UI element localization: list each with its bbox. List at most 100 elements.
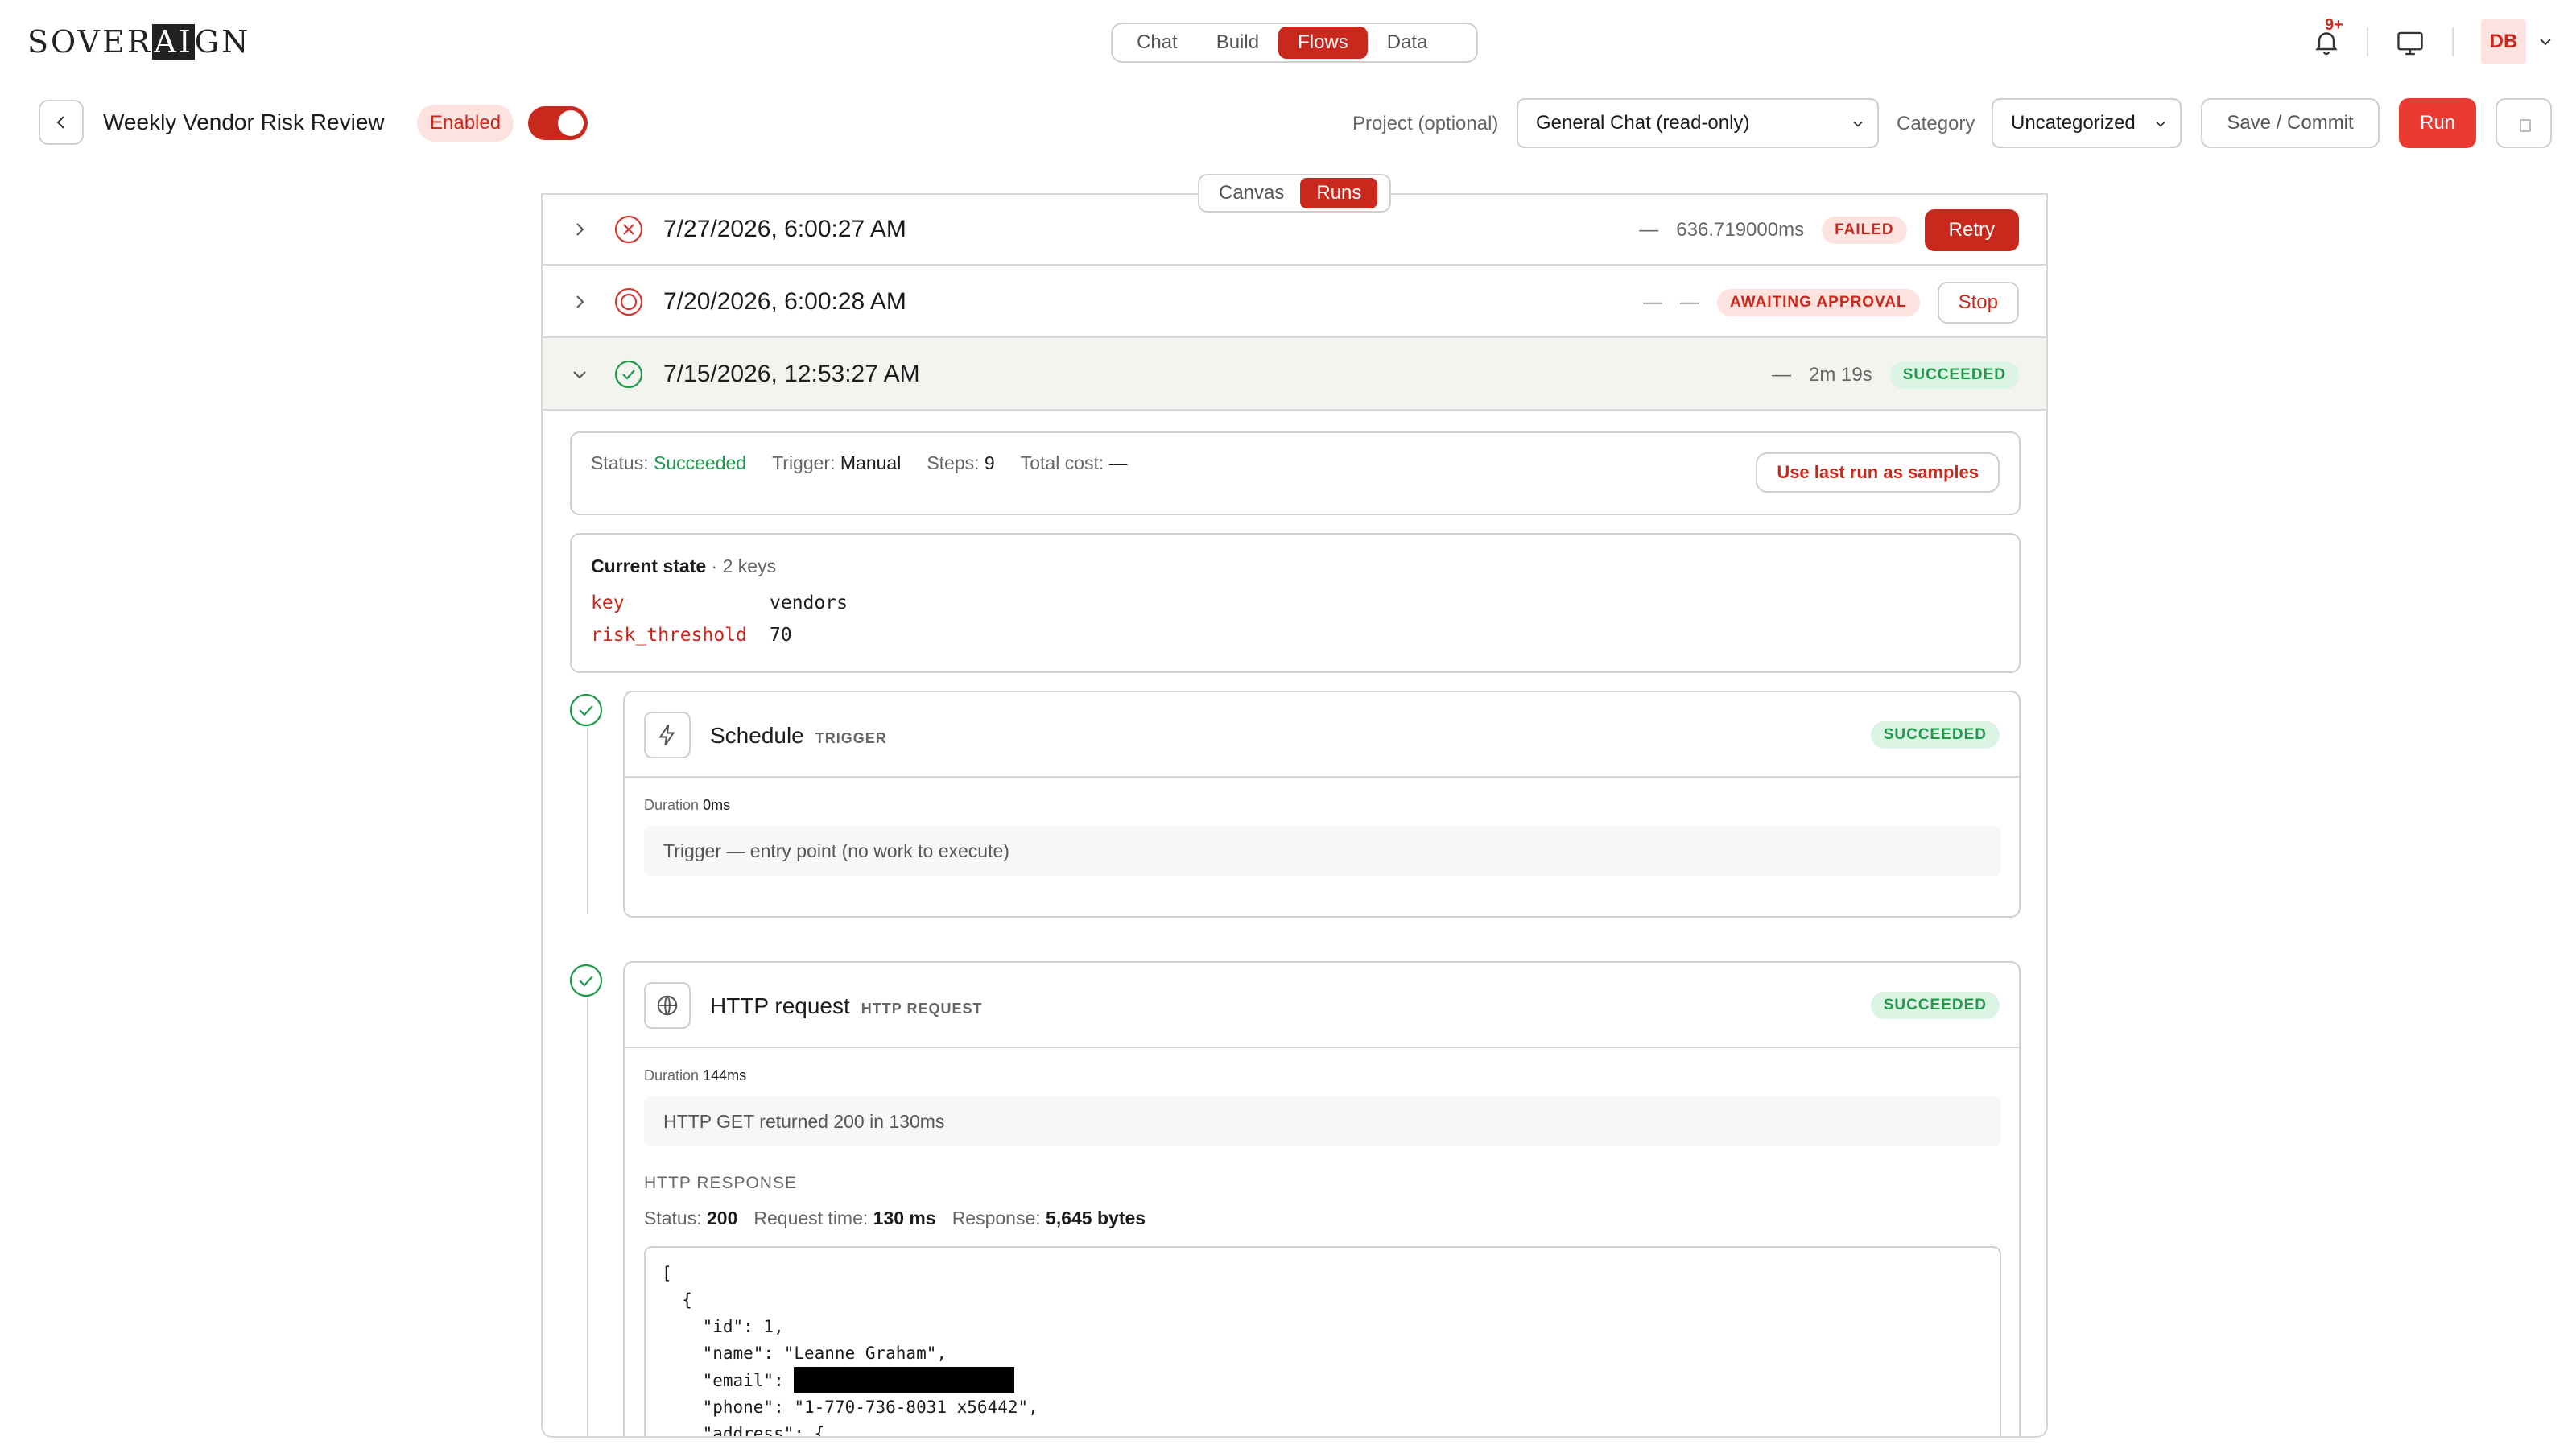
summary-label: Trigger:	[772, 452, 836, 473]
run-meta: — 2m 19s SUCCEEDED	[1772, 356, 2019, 394]
run-duration: —	[1679, 291, 1699, 313]
code-line: [	[662, 1264, 672, 1283]
monitor-icon[interactable]	[2396, 31, 2425, 56]
code-line: {	[662, 1290, 692, 1310]
project-select[interactable]: General Chat (read-only)	[1517, 98, 1879, 148]
category-label: Category	[1897, 113, 1975, 134]
run-row[interactable]: 7/20/2026, 6:00:28 AM — — AWAITING APPRO…	[543, 266, 2046, 338]
summary-label: Total cost:	[1020, 452, 1104, 473]
status-badge: Enabled	[417, 105, 514, 142]
awaiting-icon	[614, 287, 643, 316]
summary-trigger: Manual	[840, 452, 902, 473]
main-nav-tabs: Chat Build Flows Data	[1111, 23, 1478, 63]
state-value: 70	[770, 625, 792, 646]
step-name: HTTP request HTTP REQUEST	[710, 993, 982, 1019]
globe-icon	[644, 982, 691, 1029]
run-button[interactable]: Run	[2399, 98, 2476, 148]
step-title: Schedule	[710, 723, 804, 748]
use-samples-button[interactable]: Use last run as samples	[1756, 452, 2000, 493]
app-logo[interactable]: SOVERAIGN	[27, 24, 250, 60]
tab-canvas[interactable]: Canvas	[1203, 178, 1300, 208]
nav-tab-flows[interactable]: Flows	[1278, 27, 1368, 59]
summary-label: Status:	[591, 452, 649, 473]
enabled-toggle[interactable]	[528, 106, 588, 140]
lightning-icon	[644, 712, 691, 758]
view-tabs: Canvas Runs	[1198, 174, 1391, 213]
nav-tab-chat[interactable]: Chat	[1117, 27, 1197, 59]
notification-badge: 9+	[2325, 16, 2343, 34]
runs-panel: 7/27/2026, 6:00:27 AM — 636.719000ms FAI…	[541, 193, 2048, 1438]
run-meta: — — AWAITING APPROVAL Stop	[1642, 282, 2019, 324]
code-line: "phone": "1-770-736-8031 x56442",	[662, 1397, 1038, 1417]
timeline-line	[587, 998, 588, 1436]
code-text: "email":	[662, 1371, 795, 1390]
chevron-down-icon[interactable]	[570, 365, 589, 384]
response-title: HTTP RESPONSE	[644, 1174, 797, 1192]
status-badge: AWAITING APPROVAL	[1716, 289, 1920, 316]
nav-tab-data[interactable]: Data	[1368, 27, 1447, 59]
category-select-value: Uncategorized	[2011, 112, 2136, 134]
timeline-line	[587, 728, 588, 914]
step-title: HTTP request	[710, 993, 850, 1018]
run-meta: — 636.719000ms FAILED Retry	[1639, 209, 2019, 251]
chevron-right-icon[interactable]	[570, 220, 589, 239]
avatar[interactable]: DB	[2481, 19, 2526, 64]
toggle-knob	[558, 110, 584, 136]
chevron-right-icon[interactable]	[570, 292, 589, 312]
state-count: · 2 keys	[711, 555, 777, 576]
chevron-down-icon	[2156, 121, 2165, 127]
response-size: 5,645 bytes	[1046, 1208, 1146, 1228]
step-note: HTTP GET returned 200 in 130ms	[644, 1096, 2001, 1146]
run-date: 7/15/2026, 12:53:27 AM	[663, 361, 920, 387]
success-icon	[569, 964, 603, 997]
step-kind: TRIGGER	[815, 730, 887, 746]
stop-button[interactable]: Stop	[1937, 282, 2019, 324]
summary-steps: 9	[984, 452, 995, 473]
response-label: Status:	[644, 1208, 702, 1228]
retry-button[interactable]: Retry	[1924, 209, 2019, 251]
run-date: 7/20/2026, 6:00:28 AM	[663, 288, 906, 315]
summary-cost: —	[1108, 452, 1128, 473]
more-button[interactable]	[2496, 98, 2552, 148]
state-key: risk_threshold	[591, 625, 747, 646]
state-entry: risk_threshold 70	[591, 625, 792, 646]
divider	[2452, 27, 2454, 56]
step-header[interactable]: HTTP request HTTP REQUEST SUCCEEDED	[625, 963, 2019, 1048]
square-icon	[2520, 119, 2531, 132]
duration-value: 0ms	[703, 797, 731, 813]
run-summary: Status: Succeeded Trigger: Manual Steps:…	[591, 452, 1128, 474]
code-line: "email":	[662, 1367, 1984, 1394]
response-meta: Status: 200 Request time: 130 ms Respons…	[644, 1208, 1146, 1229]
duration-label: Duration	[644, 797, 700, 813]
category-select[interactable]: Uncategorized	[1992, 98, 2182, 148]
chevron-down-icon[interactable]	[2536, 32, 2555, 52]
nav-tab-build[interactable]: Build	[1197, 27, 1278, 59]
tab-runs[interactable]: Runs	[1300, 178, 1378, 208]
run-col: —	[1642, 291, 1662, 313]
step-duration: Duration 0ms	[644, 797, 730, 814]
run-date: 7/27/2026, 6:00:27 AM	[663, 216, 906, 242]
status-badge: SUCCEEDED	[1870, 992, 2000, 1019]
duration-value: 144ms	[703, 1067, 747, 1084]
step-duration: Duration 144ms	[644, 1067, 746, 1084]
run-row-expanded[interactable]: 7/15/2026, 12:53:27 AM — 2m 19s SUCCEEDE…	[543, 338, 2046, 411]
chevron-left-icon	[56, 116, 64, 129]
run-col: —	[1639, 219, 1659, 241]
step-header[interactable]: Schedule TRIGGER SUCCEEDED	[625, 692, 2019, 778]
project-label: Project (optional)	[1352, 113, 1499, 134]
duration-label: Duration	[644, 1067, 700, 1084]
back-button[interactable]	[39, 100, 84, 145]
status-badge: FAILED	[1822, 217, 1907, 244]
state-title: Current state · 2 keys	[591, 555, 776, 577]
response-body[interactable]: [ { "id": 1, "name": "Leanne Graham", "e…	[644, 1246, 2001, 1436]
save-commit-button[interactable]: Save / Commit	[2201, 98, 2380, 148]
step-card: HTTP request HTTP REQUEST SUCCEEDED Durat…	[623, 961, 2021, 1436]
status-badge: SUCCEEDED	[1889, 361, 2019, 389]
state-title-text: Current state	[591, 555, 707, 576]
response-label: Request time:	[753, 1208, 869, 1228]
failed-icon	[614, 215, 643, 244]
run-col: —	[1771, 364, 1791, 386]
run-duration: 636.719000ms	[1676, 219, 1805, 241]
current-state-card: Current state · 2 keys key vendors risk_t…	[570, 533, 2021, 673]
state-value: vendors	[770, 592, 848, 613]
